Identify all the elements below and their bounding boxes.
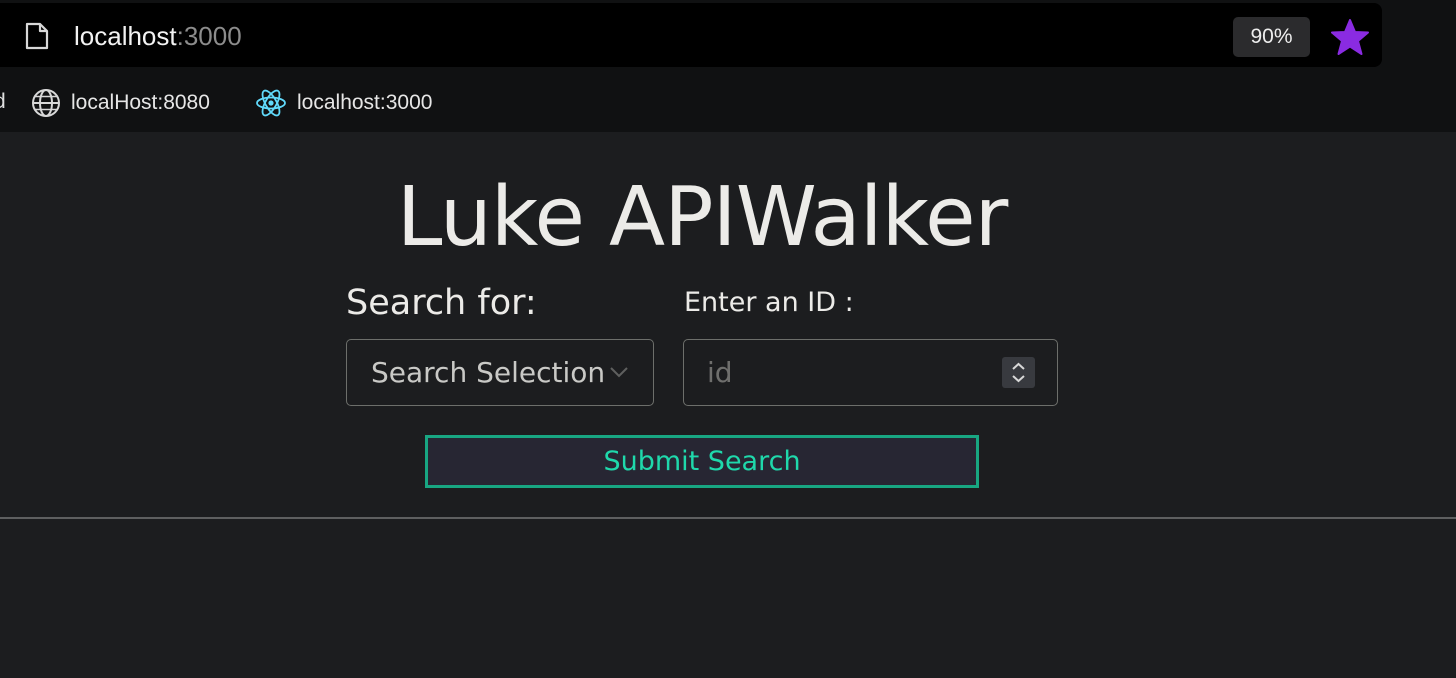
select-value: Search Selection bbox=[371, 356, 606, 389]
stepper-arrows-icon bbox=[1012, 362, 1025, 383]
react-icon bbox=[256, 89, 286, 117]
bookmark-label: localhost:3000 bbox=[297, 91, 433, 114]
bookmark-truncated-label[interactable]: d bbox=[0, 90, 6, 114]
url-text[interactable]: localhost:3000 bbox=[74, 20, 242, 52]
browser-chrome: localhost:3000 90% d localHost:8080 loca… bbox=[0, 0, 1456, 132]
search-selection-dropdown[interactable]: Search Selection bbox=[346, 339, 654, 406]
bookmark-localhost-8080[interactable]: localHost:8080 bbox=[31, 86, 210, 120]
bookmark-label: localHost:8080 bbox=[71, 91, 210, 114]
globe-icon bbox=[32, 89, 60, 117]
page-title: Luke APIWalker bbox=[396, 170, 1009, 265]
zoom-badge[interactable]: 90% bbox=[1233, 17, 1310, 57]
number-stepper[interactable] bbox=[1002, 357, 1035, 388]
bookmarks-bar: d localHost:8080 localhost:3000 bbox=[0, 78, 1456, 126]
page-content: Luke APIWalker Search for: Enter an ID :… bbox=[0, 132, 1456, 678]
bookmark-localhost-3000[interactable]: localhost:3000 bbox=[255, 86, 432, 120]
page-icon bbox=[25, 22, 49, 50]
star-icon[interactable] bbox=[1331, 19, 1369, 55]
url-port: :3000 bbox=[176, 21, 242, 51]
address-bar[interactable]: localhost:3000 90% bbox=[0, 3, 1382, 67]
submit-search-button[interactable]: Submit Search bbox=[425, 435, 979, 488]
id-input[interactable] bbox=[685, 341, 985, 404]
horizontal-divider bbox=[0, 517, 1456, 519]
id-field[interactable] bbox=[683, 339, 1058, 406]
url-host: localhost bbox=[74, 21, 177, 51]
enter-id-label: Enter an ID : bbox=[684, 287, 854, 318]
search-for-label: Search for: bbox=[346, 283, 537, 323]
chevron-down-icon bbox=[610, 367, 628, 378]
